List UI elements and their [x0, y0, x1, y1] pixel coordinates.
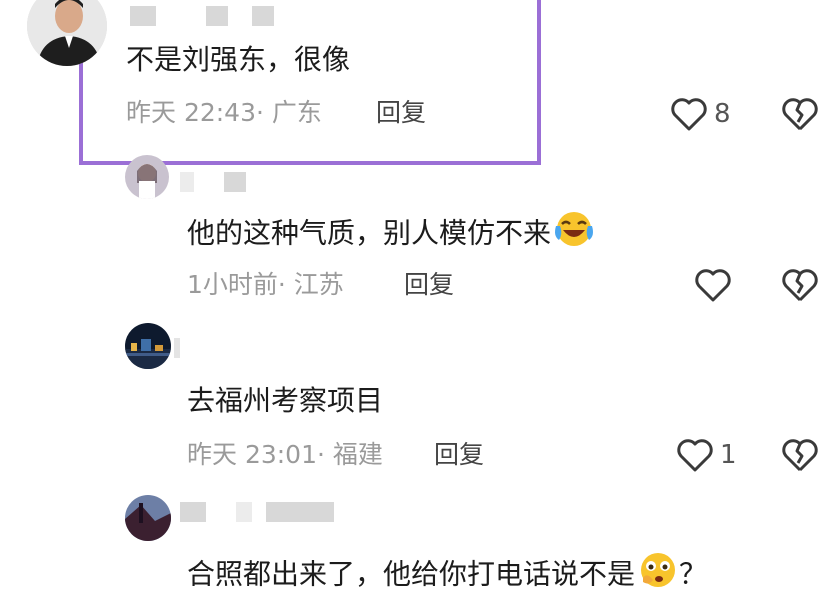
reply-button[interactable]: 回复	[376, 96, 426, 130]
like-count: 8	[714, 99, 731, 129]
avatar[interactable]	[125, 323, 171, 369]
username-blurred	[130, 6, 284, 28]
comment-text: 不是刘强东，很像	[126, 43, 351, 76]
reply-button[interactable]: 回复	[434, 438, 484, 472]
broken-heart-icon	[782, 269, 818, 302]
like-button[interactable]: 1	[676, 435, 737, 475]
comment-text-content: 合照都出来了，他给你打电话说不是	[187, 557, 636, 591]
comment-text: 合照都出来了，他给你打电话说不是 ？	[187, 550, 707, 601]
comment-location: · 广东	[256, 98, 322, 127]
comment-time: 昨天 23:01	[187, 440, 317, 469]
comment-location: · 江苏	[277, 270, 344, 299]
comment-text: 去福州考察项目	[187, 384, 384, 417]
avatar[interactable]	[125, 495, 171, 541]
like-button[interactable]	[694, 265, 732, 305]
username-blurred	[180, 502, 344, 524]
dislike-button[interactable]	[781, 437, 819, 477]
thinking-emoji	[637, 550, 679, 601]
reply-button[interactable]: 回复	[404, 268, 454, 302]
avatar[interactable]	[125, 155, 169, 199]
dislike-button[interactable]	[781, 96, 819, 136]
comment-text: 他的这种气质，别人模仿不来	[187, 210, 595, 259]
heart-icon	[671, 98, 707, 131]
crying-laughing-emoji	[553, 210, 595, 259]
comment-meta: 1小时前· 江苏	[187, 268, 344, 302]
heart-icon	[677, 439, 713, 472]
comment-meta: 昨天 23:01· 福建	[187, 438, 383, 472]
broken-heart-icon	[782, 439, 818, 472]
comment-trailing: ？	[679, 557, 708, 591]
username-blurred	[180, 172, 256, 194]
comment-location: · 福建	[317, 440, 383, 469]
like-count: 1	[720, 440, 737, 470]
dislike-button[interactable]	[781, 267, 819, 307]
comment-meta: 昨天 22:43· 广东	[126, 96, 322, 130]
comment-time: 昨天 22:43	[126, 98, 256, 127]
comment-text-content: 他的这种气质，别人模仿不来	[187, 216, 552, 250]
heart-icon	[695, 269, 731, 302]
username-blurred	[174, 338, 190, 360]
like-button[interactable]: 8	[670, 94, 731, 134]
broken-heart-icon	[782, 98, 818, 131]
comment-time: 1小时前	[187, 270, 278, 299]
